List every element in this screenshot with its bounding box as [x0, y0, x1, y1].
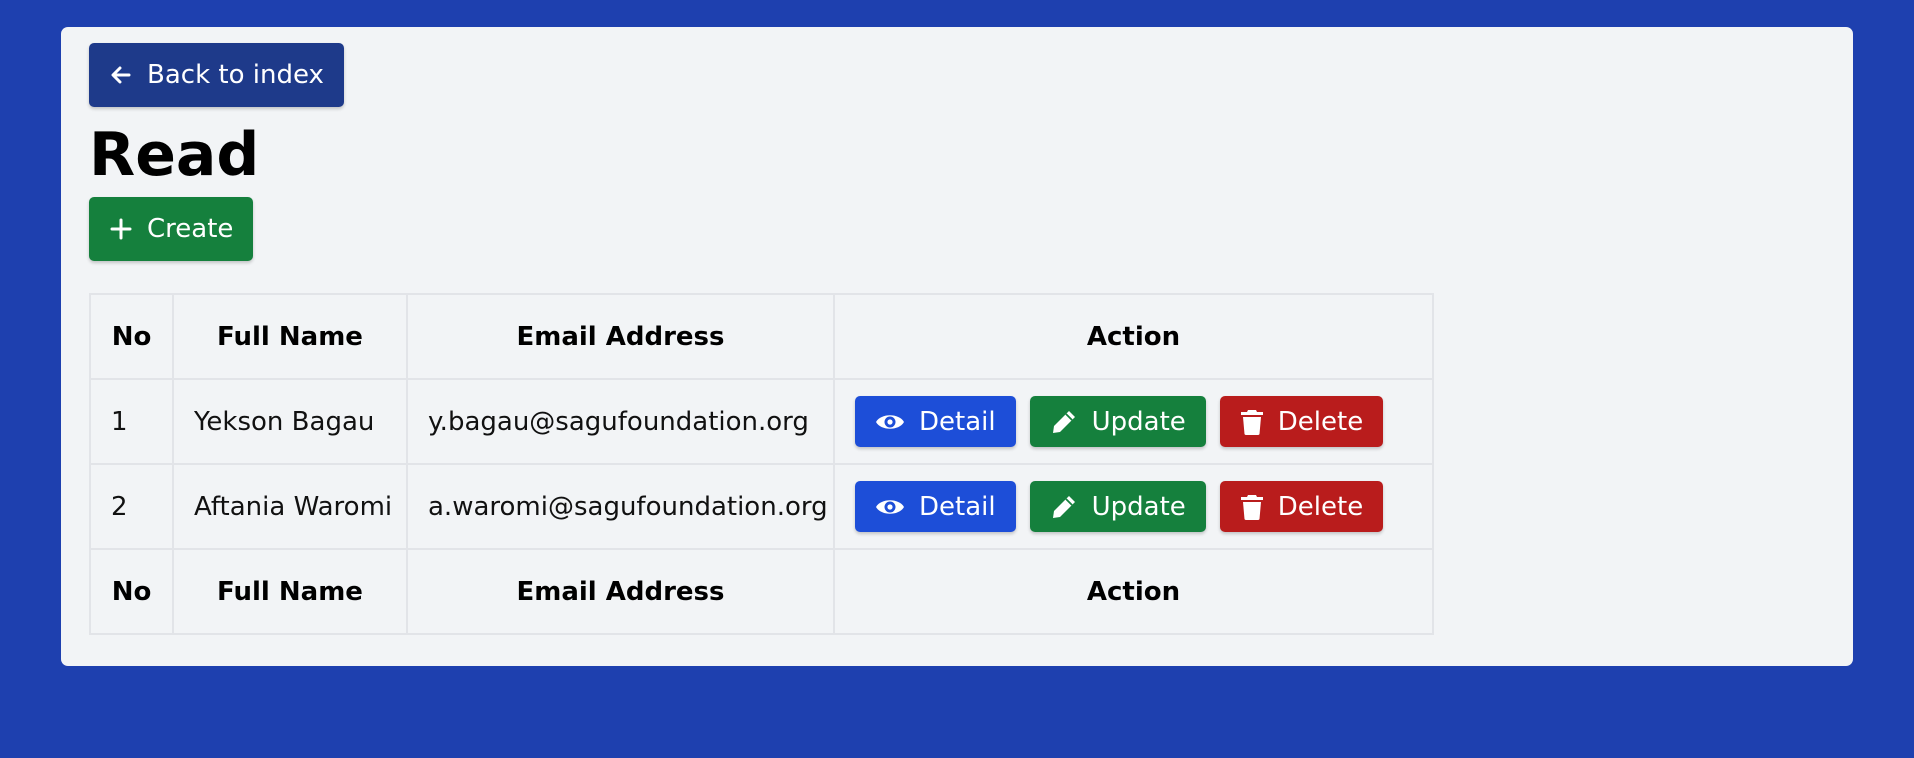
header-email-address: Email Address [406, 293, 835, 380]
table-row: 1 Yekson Bagau y.bagau@sagufoundation.or… [89, 378, 1434, 465]
cell-email: y.bagau@sagufoundation.org [406, 378, 835, 465]
trash-icon [1240, 408, 1264, 436]
footer-email-address: Email Address [406, 548, 835, 635]
cell-email: a.waromi@sagufoundation.org [406, 463, 835, 550]
delete-button[interactable]: Delete [1219, 396, 1384, 447]
eye-icon [875, 496, 905, 518]
table-footer: No Full Name Email Address Action [89, 548, 1434, 635]
pencil-icon [1050, 408, 1078, 436]
cell-no: 1 [89, 378, 174, 465]
delete-button-label: Delete [1277, 491, 1364, 522]
header-row: No Full Name Email Address Action [89, 293, 1434, 380]
cell-no: 2 [89, 463, 174, 550]
table-header: No Full Name Email Address Action [89, 293, 1434, 380]
delete-button-label: Delete [1277, 406, 1364, 437]
header-no: No [89, 293, 174, 380]
header-full-name: Full Name [172, 293, 408, 380]
detail-button-label: Detail [919, 491, 996, 522]
cell-actions: Detail Update Delete [833, 378, 1434, 465]
footer-row: No Full Name Email Address Action [89, 548, 1434, 635]
footer-action: Action [833, 548, 1434, 635]
create-button[interactable]: Create [89, 197, 254, 261]
footer-no: No [89, 548, 174, 635]
arrow-left-icon [109, 63, 133, 87]
header-action: Action [833, 293, 1434, 380]
update-button-label: Update [1091, 491, 1186, 522]
table-row: 2 Aftania Waromi a.waromi@sagufoundation… [89, 463, 1434, 550]
cell-full-name: Yekson Bagau [172, 378, 408, 465]
detail-button[interactable]: Detail [855, 481, 1016, 532]
cell-actions: Detail Update Delete [833, 463, 1434, 550]
delete-button[interactable]: Delete [1219, 481, 1384, 532]
back-button-label: Back to index [147, 60, 324, 90]
create-button-label: Create [147, 214, 234, 244]
row-actions: Detail Update Delete [855, 396, 1412, 447]
detail-button[interactable]: Detail [855, 396, 1016, 447]
trash-icon [1240, 493, 1264, 521]
content-card: Back to index Read Create No Full Name E… [61, 27, 1853, 666]
cell-full-name: Aftania Waromi [172, 463, 408, 550]
page-title: Read [89, 120, 260, 190]
users-table: No Full Name Email Address Action 1 Yeks… [89, 293, 1434, 635]
footer-full-name: Full Name [172, 548, 408, 635]
plus-icon [109, 217, 133, 241]
update-button[interactable]: Update [1029, 481, 1206, 532]
back-to-index-button[interactable]: Back to index [89, 43, 344, 107]
eye-icon [875, 411, 905, 433]
detail-button-label: Detail [919, 406, 996, 437]
update-button-label: Update [1091, 406, 1186, 437]
update-button[interactable]: Update [1029, 396, 1206, 447]
row-actions: Detail Update Delete [855, 481, 1412, 532]
pencil-icon [1050, 493, 1078, 521]
